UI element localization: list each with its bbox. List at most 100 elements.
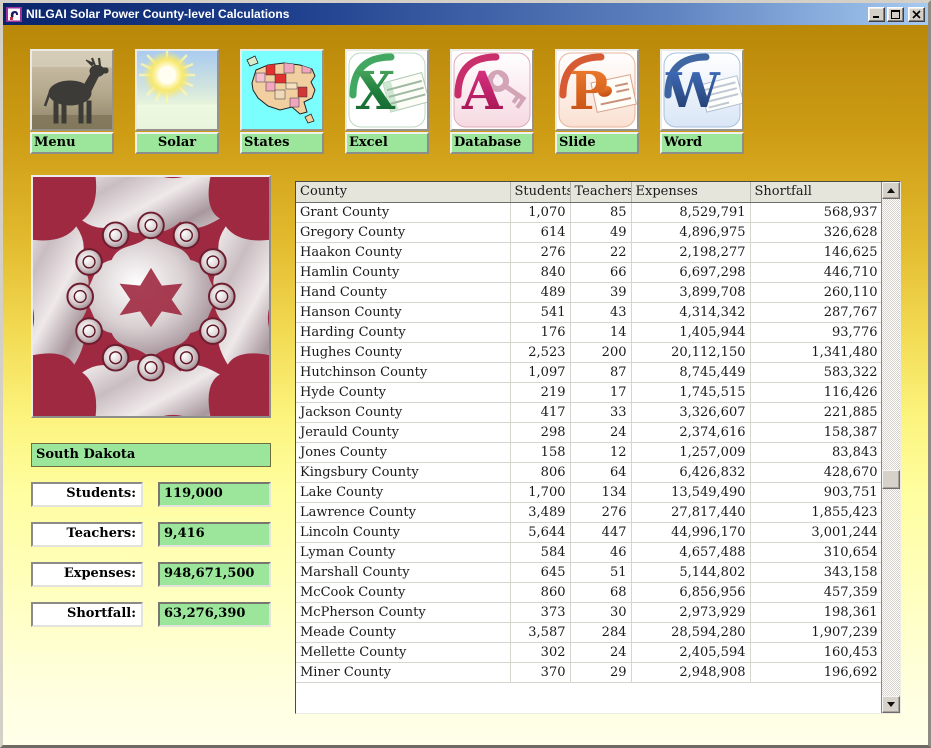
shortfall-value[interactable]: 63,276,390 (158, 602, 271, 627)
table-row[interactable]: Jerauld County298242,374,616158,387 (296, 422, 882, 442)
cell-teachers: 14 (570, 322, 631, 342)
cell-students: 1,097 (510, 362, 570, 382)
column-header-shortfall[interactable]: Shortfall (750, 182, 882, 202)
table-row[interactable]: Meade County3,58728428,594,2801,907,239 (296, 622, 882, 642)
cell-shortfall: 146,625 (750, 242, 882, 262)
table-row[interactable]: Hughes County2,52320020,112,1501,341,480 (296, 342, 882, 362)
toolbar-button-solar[interactable]: Solar (135, 49, 219, 154)
table-row[interactable]: Jackson County417333,326,607221,885 (296, 402, 882, 422)
cell-teachers: 87 (570, 362, 631, 382)
table-row[interactable]: Marshall County645515,144,802343,158 (296, 562, 882, 582)
cell-students: 158 (510, 442, 570, 462)
toolbar-button-menu[interactable]: Menu (30, 49, 114, 154)
cell-teachers: 66 (570, 262, 631, 282)
minimize-button[interactable] (868, 7, 885, 22)
cell-teachers: 29 (570, 662, 631, 682)
cell-county: Jones County (296, 442, 510, 462)
table-row[interactable]: McCook County860686,856,956457,359 (296, 582, 882, 602)
toolbar-button-slide[interactable]: P Slide (555, 49, 639, 154)
cell-teachers: 17 (570, 382, 631, 402)
cell-students: 302 (510, 642, 570, 662)
table-row[interactable]: Kingsbury County806646,426,832428,670 (296, 462, 882, 482)
scroll-up-button[interactable] (882, 182, 900, 199)
expenses-value[interactable]: 948,671,500 (158, 562, 271, 587)
cell-teachers: 12 (570, 442, 631, 462)
cell-students: 176 (510, 322, 570, 342)
table-row[interactable]: Hyde County219171,745,515116,426 (296, 382, 882, 402)
toolbar-label-word: Word (660, 132, 744, 154)
cell-shortfall: 310,654 (750, 542, 882, 562)
table-row[interactable]: McPherson County373302,973,929198,361 (296, 602, 882, 622)
column-header-county[interactable]: County (296, 182, 510, 202)
column-header-teachers[interactable]: Teachers (570, 182, 631, 202)
cell-teachers: 22 (570, 242, 631, 262)
cell-county: Lyman County (296, 542, 510, 562)
table-row[interactable]: Hutchinson County1,097878,745,449583,322 (296, 362, 882, 382)
word-icon: W (662, 51, 742, 129)
expenses-label: Expenses: (31, 562, 143, 587)
scroll-down-button[interactable] (882, 696, 900, 713)
scrollbar-thumb[interactable] (882, 470, 900, 489)
table-row[interactable]: Lyman County584464,657,488310,654 (296, 542, 882, 562)
cell-teachers: 134 (570, 482, 631, 502)
cell-students: 298 (510, 422, 570, 442)
toolbar-label-solar: Solar (135, 132, 219, 154)
cell-county: McCook County (296, 582, 510, 602)
column-header-expenses[interactable]: Expenses (631, 182, 750, 202)
table-row[interactable]: Hand County489393,899,708260,110 (296, 282, 882, 302)
cell-expenses: 2,948,908 (631, 662, 750, 682)
toolbar-button-word[interactable]: W Word (660, 49, 744, 154)
students-label: Students: (31, 482, 143, 507)
cell-expenses: 2,973,929 (631, 602, 750, 622)
arrow-up-icon (887, 188, 895, 193)
cell-expenses: 1,405,944 (631, 322, 750, 342)
cell-expenses: 20,112,150 (631, 342, 750, 362)
toolbar-button-states[interactable]: States (240, 49, 324, 154)
cell-students: 5,644 (510, 522, 570, 542)
cell-shortfall: 116,426 (750, 382, 882, 402)
cell-teachers: 85 (570, 202, 631, 222)
table-row[interactable]: Grant County1,070858,529,791568,937 (296, 202, 882, 222)
table-row[interactable]: Harding County176141,405,94493,776 (296, 322, 882, 342)
window-title: NILGAI Solar Power County-level Calculat… (26, 7, 864, 21)
table-scrollbar[interactable] (881, 182, 900, 713)
table-row[interactable]: Mellette County302242,405,594160,453 (296, 642, 882, 662)
maximize-button[interactable] (887, 7, 904, 22)
toolbar-button-excel[interactable]: X Excel (345, 49, 429, 154)
table-row[interactable]: Jones County158121,257,00983,843 (296, 442, 882, 462)
table-row[interactable]: Lawrence County3,48927627,817,4401,855,4… (296, 502, 882, 522)
access-form-icon (6, 7, 22, 22)
svg-text:W: W (665, 63, 721, 119)
cell-expenses: 44,996,170 (631, 522, 750, 542)
maximize-icon (891, 10, 901, 19)
cell-shortfall: 446,710 (750, 262, 882, 282)
state-name-field[interactable]: South Dakota (31, 443, 271, 467)
table-row[interactable]: Gregory County614494,896,975326,628 (296, 222, 882, 242)
teachers-value[interactable]: 9,416 (158, 522, 271, 547)
excel-icon: X (347, 51, 427, 129)
minimize-icon (872, 10, 881, 19)
cell-students: 417 (510, 402, 570, 422)
table-row[interactable]: Haakon County276222,198,277146,625 (296, 242, 882, 262)
cell-teachers: 276 (570, 502, 631, 522)
title-bar[interactable]: NILGAI Solar Power County-level Calculat… (3, 3, 928, 25)
cell-expenses: 3,899,708 (631, 282, 750, 302)
table-row[interactable]: Lake County1,70013413,549,490903,751 (296, 482, 882, 502)
table-row[interactable]: Lincoln County5,64444744,996,1703,001,24… (296, 522, 882, 542)
toolbar-button-database[interactable]: A Database (450, 49, 534, 154)
table-row[interactable]: Hanson County541434,314,342287,767 (296, 302, 882, 322)
cell-students: 614 (510, 222, 570, 242)
cell-expenses: 8,745,449 (631, 362, 750, 382)
close-button[interactable] (908, 7, 925, 22)
table-row[interactable]: Miner County370292,948,908196,692 (296, 662, 882, 682)
cell-shortfall: 428,670 (750, 462, 882, 482)
table-row[interactable]: Hamlin County840666,697,298446,710 (296, 262, 882, 282)
cell-students: 860 (510, 582, 570, 602)
cell-county: Meade County (296, 622, 510, 642)
cell-county: Hamlin County (296, 262, 510, 282)
students-value[interactable]: 119,000 (158, 482, 271, 507)
cell-shortfall: 3,001,244 (750, 522, 882, 542)
cell-county: Lake County (296, 482, 510, 502)
column-header-students[interactable]: Students (510, 182, 570, 202)
cell-shortfall: 1,907,239 (750, 622, 882, 642)
